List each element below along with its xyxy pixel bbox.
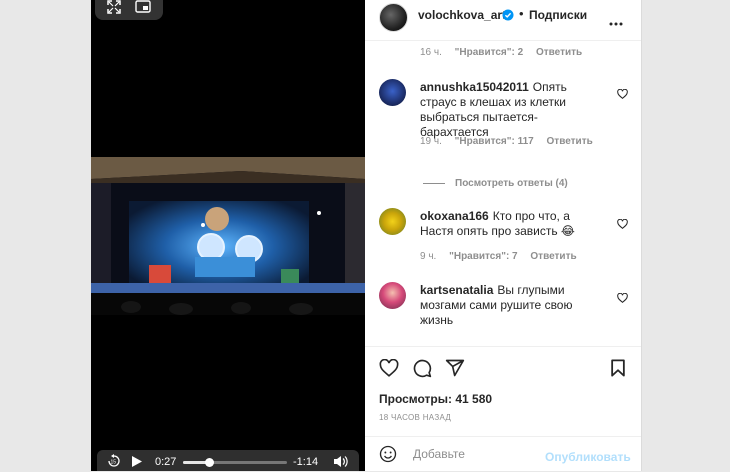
reply-button[interactable]: Ответить (530, 251, 576, 262)
video-top-controls (95, 0, 163, 20)
play-icon[interactable] (131, 455, 143, 471)
svg-text:15: 15 (111, 460, 117, 466)
video-controls-bar: 15 0:27 -1:14 (97, 450, 359, 471)
post-panel: volochkova_art • Подписки 16 ч. "Нравитс… (365, 0, 642, 471)
comment-time: 16 ч. (420, 47, 442, 58)
avatar[interactable] (379, 3, 408, 32)
avatar[interactable] (379, 79, 406, 106)
view-replies-button[interactable]: Посмотреть ответы (4) (423, 178, 568, 189)
bookmark-icon[interactable] (610, 359, 626, 382)
comment-meta: 19 ч. "Нравится": 117 Ответить (420, 136, 593, 147)
reply-button[interactable]: Ответить (547, 136, 593, 147)
comment-likes[interactable]: "Нравится": 117 (455, 136, 534, 147)
comment-likes[interactable]: "Нравится": 7 (449, 251, 518, 262)
publish-button[interactable]: Опубликовать (545, 450, 631, 464)
author-username[interactable]: volochkova_art (418, 8, 506, 22)
pip-icon[interactable] (135, 0, 151, 19)
volume-icon[interactable] (333, 455, 349, 471)
comment-body: okoxana166 Кто про что, а Настя опять про… (420, 209, 605, 239)
share-icon[interactable] (445, 358, 465, 383)
comment-likes[interactable]: "Нравится": 2 (455, 47, 524, 58)
comments-list[interactable]: 16 ч. "Нравится": 2 Ответить annushka150… (365, 41, 641, 346)
comment-username[interactable]: okoxana166 (420, 209, 489, 223)
heart-icon[interactable] (617, 86, 628, 104)
more-icon[interactable] (609, 13, 623, 31)
reply-button[interactable]: Ответить (536, 47, 582, 58)
add-comment-box: Опубликовать (365, 436, 641, 472)
follow-button[interactable]: Подписки (529, 8, 587, 22)
comment-meta: 16 ч. "Нравится": 2 Ответить (420, 47, 582, 58)
heart-icon[interactable] (617, 290, 628, 308)
post-header: volochkova_art • Подписки (365, 0, 641, 41)
replay-15-icon[interactable]: 15 (107, 454, 121, 471)
views-count[interactable]: Просмотры: 41 580 (379, 392, 492, 406)
comment-time: 19 ч. (420, 136, 442, 147)
post-actions: Просмотры: 41 580 18 ЧАСОВ НАЗАД (365, 346, 641, 437)
current-time: 0:27 (155, 456, 177, 468)
heart-icon[interactable] (617, 216, 628, 234)
remaining-time: -1:14 (293, 456, 319, 468)
comment-username[interactable]: annushka15042011 (420, 80, 529, 94)
video-frame (91, 157, 365, 315)
post-timestamp: 18 ЧАСОВ НАЗАД (379, 413, 452, 422)
header-separator: • (519, 6, 524, 21)
comment-body: annushka15042011 Опять страус в клешах из… (420, 80, 605, 140)
avatar[interactable] (379, 282, 406, 309)
heart-icon[interactable] (379, 358, 399, 382)
comment-meta: 9 ч. "Нравится": 7 Ответить (420, 251, 577, 262)
emoji-icon[interactable] (379, 445, 397, 468)
progress-bar[interactable] (183, 458, 287, 467)
comment-icon[interactable] (412, 358, 432, 383)
comment-time: 9 ч. (420, 251, 437, 262)
add-comment-input[interactable] (411, 446, 545, 462)
fullscreen-icon[interactable] (107, 0, 121, 19)
progress-knob[interactable] (205, 458, 214, 467)
comment-body: kartsenatalia Вы глупыми мозгами сами руш… (420, 283, 605, 328)
view-replies-label: Посмотреть ответы (4) (455, 178, 568, 189)
verified-icon (502, 8, 514, 26)
video-player[interactable]: 15 0:27 -1:14 (91, 0, 365, 471)
replies-divider (423, 182, 445, 184)
avatar[interactable] (379, 208, 406, 235)
comment-username[interactable]: kartsenatalia (420, 283, 493, 297)
